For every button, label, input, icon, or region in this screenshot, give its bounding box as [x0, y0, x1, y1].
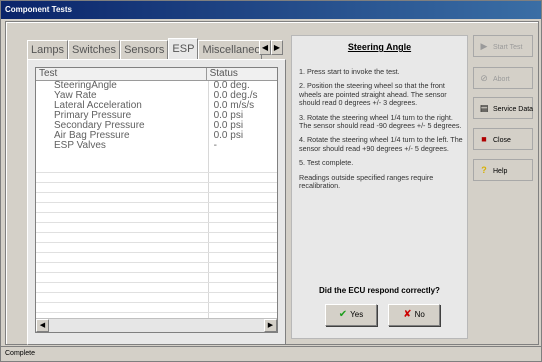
no-label: No: [414, 310, 425, 319]
tab-lamps[interactable]: Lamps: [27, 40, 69, 59]
yes-button[interactable]: ✔ Yes: [325, 304, 377, 326]
tab-esp[interactable]: ESP: [168, 38, 199, 59]
no-button[interactable]: ✘ No: [388, 304, 440, 326]
window-title: Component Tests: [1, 1, 541, 19]
play-icon: ▶: [480, 41, 488, 51]
instruction-step: 5. Test complete.: [299, 158, 354, 168]
close-button[interactable]: ■ Close: [473, 128, 533, 150]
close-door-icon: ■: [481, 134, 487, 144]
tab-scroll-right-button[interactable]: ▶: [271, 40, 283, 55]
tab-strip: Lamps Switches Sensors ESP Miscellaneous: [27, 38, 263, 59]
service-data-icon: ▤: [479, 103, 489, 113]
tab-sensors[interactable]: Sensors: [120, 40, 169, 59]
column-header-test[interactable]: Test: [36, 68, 207, 80]
tab-scroll: ◀ ▶: [259, 40, 283, 55]
ecu-question: Did the ECU respond correctly?: [319, 286, 440, 295]
empty-row-grid: [36, 163, 277, 313]
tab-switches[interactable]: Switches: [68, 40, 121, 59]
instruction-step: 3. Rotate the steering wheel 1/4 turn to…: [299, 112, 462, 131]
tab-miscellaneous[interactable]: Miscellaneous: [198, 40, 263, 59]
test-status: 0.0 psi: [213, 130, 244, 141]
x-mark-icon: ✘: [403, 309, 412, 320]
start-test-button[interactable]: ▶ Start Test: [473, 35, 533, 57]
abort-button[interactable]: ⊘ Abort: [473, 67, 533, 89]
tab-scroll-left-button[interactable]: ◀: [259, 40, 271, 55]
instruction-steps: 1. Press start to invoke the test. 2. Po…: [299, 67, 464, 196]
service-data-button[interactable]: ▤ Service Data: [473, 97, 533, 119]
checkmark-icon: ✔: [338, 309, 348, 320]
scroll-left-button[interactable]: ◀: [36, 319, 49, 332]
instructions-title: Steering Angle: [347, 42, 412, 52]
instruction-step: 2. Position the steering wheel so that t…: [299, 81, 447, 108]
scroll-right-button[interactable]: ▶: [264, 319, 277, 332]
list-row[interactable]: ESP Valves -: [36, 141, 277, 151]
status-bar: Complete: [1, 346, 541, 361]
stop-icon: ⊘: [480, 73, 488, 83]
instruction-note: Readings outside specified ranges requir…: [299, 172, 434, 191]
list-rows: SteeringAngle 0.0 deg. Yaw Rate 0.0 deg.…: [36, 81, 277, 319]
horizontal-scrollbar[interactable]: ◀ ▶: [36, 318, 277, 332]
column-header-status[interactable]: Status: [207, 68, 277, 80]
test-name: ESP Valves: [54, 140, 106, 151]
yes-label: Yes: [350, 310, 364, 319]
component-tests-window: Component Tests Lamps Switches Sensors E…: [0, 0, 542, 362]
help-icon: ?: [481, 165, 487, 175]
test-list[interactable]: Test Status SteeringAngle 0.0 deg. Yaw R…: [35, 67, 278, 333]
help-button[interactable]: ? Help: [473, 159, 533, 181]
instructions-panel: Steering Angle 1. Press start to invoke …: [291, 35, 468, 339]
instruction-step: 1. Press start to invoke the test.: [299, 67, 400, 76]
instruction-step: 4. Rotate the steering wheel 1/4 turn to…: [299, 135, 463, 153]
test-status: -: [213, 140, 217, 151]
